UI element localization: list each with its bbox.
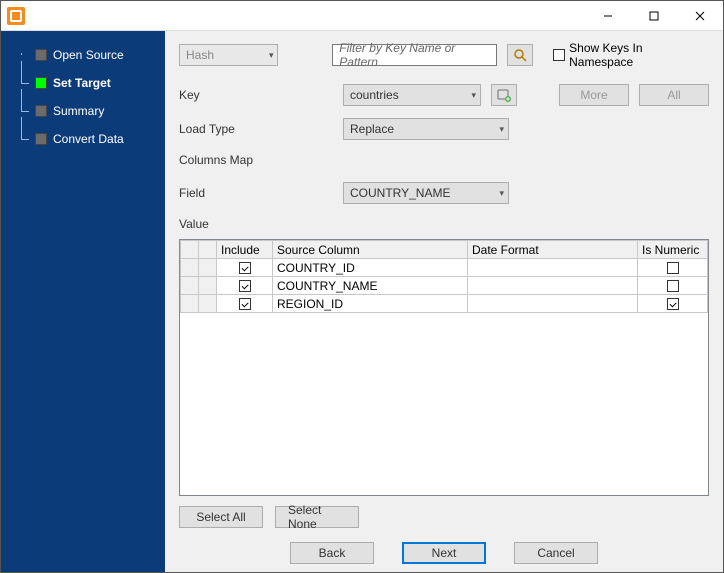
row-header xyxy=(199,259,217,277)
table-row[interactable]: REGION_ID xyxy=(181,295,708,313)
include-cell[interactable] xyxy=(217,295,273,313)
window-controls xyxy=(585,1,723,30)
type-combo[interactable]: Hash ▾ xyxy=(179,44,278,66)
date-cell[interactable] xyxy=(468,259,638,277)
key-combo[interactable]: countries ▾ xyxy=(343,84,481,106)
numeric-cell[interactable] xyxy=(638,259,708,277)
filter-input[interactable]: Filter by Key Name or Pattern xyxy=(332,44,497,66)
columnsmap-label: Columns Map xyxy=(179,153,709,167)
search-icon xyxy=(513,48,527,62)
sidebar-item-set-target[interactable]: Set Target xyxy=(1,69,165,97)
source-cell[interactable]: COUNTRY_ID xyxy=(273,259,468,277)
source-cell[interactable]: REGION_ID xyxy=(273,295,468,313)
maximize-button[interactable] xyxy=(631,1,677,30)
loadtype-combo-value: Replace xyxy=(350,122,394,136)
columns-grid[interactable]: Include Source Column Date Format Is Num… xyxy=(179,239,709,496)
cancel-button[interactable]: Cancel xyxy=(514,542,598,564)
show-namespace-label: Show Keys In Namespace xyxy=(569,41,709,69)
titlebar xyxy=(1,1,723,31)
step-box-icon xyxy=(35,105,47,117)
grid-corner xyxy=(181,241,199,259)
sidebar-item-convert-data[interactable]: Convert Data xyxy=(1,125,165,153)
numeric-cell[interactable] xyxy=(638,277,708,295)
select-none-button[interactable]: Select None xyxy=(275,506,359,528)
checkbox-icon xyxy=(239,262,251,274)
wizard-sidebar: Open Source Set Target Summary Convert D… xyxy=(1,31,165,572)
back-button[interactable]: Back xyxy=(290,542,374,564)
sidebar-item-label: Open Source xyxy=(53,45,124,65)
sidebar-item-summary[interactable]: Summary xyxy=(1,97,165,125)
source-cell[interactable]: COUNTRY_NAME xyxy=(273,277,468,295)
sidebar-item-open-source[interactable]: Open Source xyxy=(1,41,165,69)
col-include[interactable]: Include xyxy=(217,241,273,259)
grid-corner xyxy=(199,241,217,259)
date-cell[interactable] xyxy=(468,277,638,295)
add-key-button[interactable] xyxy=(491,84,517,106)
numeric-cell[interactable] xyxy=(638,295,708,313)
show-namespace-checkbox[interactable]: Show Keys In Namespace xyxy=(553,41,709,69)
grid-empty-area xyxy=(180,313,708,495)
sidebar-item-label: Summary xyxy=(53,101,104,121)
app-window: Open Source Set Target Summary Convert D… xyxy=(0,0,724,573)
col-numeric[interactable]: Is Numeric xyxy=(638,241,708,259)
app-icon xyxy=(7,7,25,25)
main-panel: Hash ▾ Filter by Key Name or Pattern Sho… xyxy=(165,31,723,572)
col-source[interactable]: Source Column xyxy=(273,241,468,259)
include-cell[interactable] xyxy=(217,277,273,295)
field-combo-value: COUNTRY_NAME xyxy=(350,186,450,200)
row-header xyxy=(181,259,199,277)
sidebar-item-label: Convert Data xyxy=(53,129,124,149)
minimize-button[interactable] xyxy=(585,1,631,30)
checkbox-icon xyxy=(239,298,251,310)
step-box-icon xyxy=(35,77,47,89)
search-button[interactable] xyxy=(507,44,533,66)
table-row[interactable]: COUNTRY_ID xyxy=(181,259,708,277)
checkbox-icon xyxy=(667,262,679,274)
key-label: Key xyxy=(179,88,299,102)
row-header xyxy=(181,277,199,295)
field-label: Field xyxy=(179,186,299,200)
chevron-down-icon: ▾ xyxy=(471,90,476,101)
loadtype-combo[interactable]: Replace ▾ xyxy=(343,118,509,140)
row-header xyxy=(199,277,217,295)
date-cell[interactable] xyxy=(468,295,638,313)
next-button[interactable]: Next xyxy=(402,542,486,564)
add-key-icon xyxy=(497,88,511,102)
row-header xyxy=(181,295,199,313)
filter-placeholder: Filter by Key Name or Pattern xyxy=(339,41,490,69)
loadtype-label: Load Type xyxy=(179,122,299,136)
all-button[interactable]: All xyxy=(639,84,709,106)
select-all-button[interactable]: Select All xyxy=(179,506,263,528)
checkbox-icon xyxy=(667,280,679,292)
sidebar-item-label: Set Target xyxy=(53,73,111,93)
field-combo[interactable]: COUNTRY_NAME ▾ xyxy=(343,182,509,204)
checkbox-icon xyxy=(239,280,251,292)
type-combo-value: Hash xyxy=(186,48,214,62)
chevron-down-icon: ▾ xyxy=(269,50,274,61)
more-button[interactable]: More xyxy=(559,84,629,106)
chevron-down-icon: ▾ xyxy=(499,124,504,135)
key-combo-value: countries xyxy=(350,88,399,102)
checkbox-icon xyxy=(553,49,565,61)
table-row[interactable]: COUNTRY_NAME xyxy=(181,277,708,295)
include-cell[interactable] xyxy=(217,259,273,277)
col-date[interactable]: Date Format xyxy=(468,241,638,259)
chevron-down-icon: ▾ xyxy=(499,188,504,199)
checkbox-icon xyxy=(667,298,679,310)
close-button[interactable] xyxy=(677,1,723,30)
step-box-icon xyxy=(35,49,47,61)
value-label: Value xyxy=(179,217,709,231)
step-box-icon xyxy=(35,133,47,145)
row-header xyxy=(199,295,217,313)
